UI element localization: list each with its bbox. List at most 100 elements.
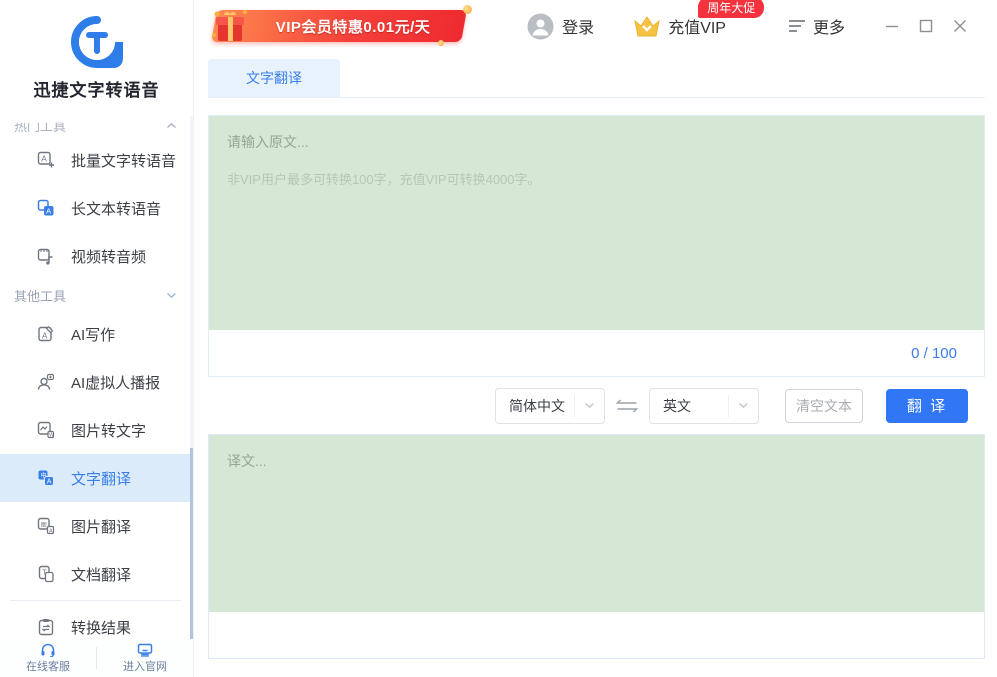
source-language-select[interactable]: 简体中文 [495, 388, 605, 424]
sidebar-item-label: 图片转文字 [71, 420, 146, 441]
tab-row: 文字翻译 [208, 52, 985, 98]
login-label: 登录 [562, 14, 594, 38]
chevron-down-icon [584, 402, 595, 409]
tab-label: 文字翻译 [246, 68, 302, 88]
image-translate-icon: 图 A [36, 516, 56, 536]
source-textarea[interactable]: 请输入原文... 非VIP用户最多可转换100字，充值VIP可转换4000字。 [209, 116, 984, 330]
target-footer-strip [209, 612, 984, 658]
avatar-icon [527, 13, 554, 40]
vip-promo-banner[interactable]: VIP会员特惠0.01元/天 [208, 8, 470, 44]
svg-text:A: A [46, 207, 51, 216]
target-placeholder: 译文... [227, 451, 966, 471]
close-button[interactable] [943, 11, 977, 41]
counter-strip: 0 / 100 [209, 330, 984, 376]
sidebar-item-image-to-text[interactable]: W 图片转文字 [0, 406, 193, 454]
sidebar-item-label: 视频转音频 [71, 246, 146, 267]
app-window: 迅捷文字转语音 热门工具 A 批量文字转语音 A 长 [0, 0, 997, 677]
sidebar-item-longtext-tts[interactable]: A 长文本转语音 [0, 184, 193, 232]
minimize-icon [885, 19, 899, 33]
sidebar-item-image-translate[interactable]: 图 A 图片翻译 [0, 502, 193, 550]
swap-arrows-icon [616, 399, 638, 413]
long-text-tts-icon: A [36, 198, 56, 218]
crown-icon [632, 13, 662, 39]
monitor-icon [137, 643, 153, 657]
sidebar-item-label: 转换结果 [71, 617, 131, 638]
sidebar-nav: A 批量文字转语音 A 长文本转语音 [0, 136, 193, 280]
promo-badge: 周年大促 [698, 0, 764, 18]
tab-text-translate[interactable]: 文字翻译 [208, 59, 340, 97]
minimize-button[interactable] [875, 11, 909, 41]
main-area: VIP会员特惠0.01元/天 登录 [194, 0, 997, 677]
target-panel: 译文... [208, 434, 985, 659]
swap-languages-button[interactable] [616, 399, 638, 413]
source-hint: 非VIP用户最多可转换100字，充值VIP可转换4000字。 [227, 169, 966, 188]
more-menu-button[interactable]: 更多 [788, 14, 845, 38]
source-panel: 请输入原文... 非VIP用户最多可转换100字，充值VIP可转换4000字。 … [208, 115, 985, 377]
target-language-value: 英文 [650, 396, 728, 416]
sidebar-item-ai-avatar[interactable]: AI虚拟人播报 [0, 358, 193, 406]
logo-area: 迅捷文字转语音 [0, 16, 193, 116]
sidebar-section-other-tools[interactable]: 其他工具 [0, 280, 193, 310]
chevron-down-icon [738, 402, 749, 409]
window-controls [875, 11, 977, 41]
doc-translate-icon: T [36, 564, 56, 584]
headset-icon [40, 643, 56, 657]
ai-avatar-icon [36, 372, 56, 392]
sidebar-item-text-translate[interactable]: 中 A 文字翻译 [0, 454, 193, 502]
sidebar-item-video-to-audio[interactable]: 视频转音频 [0, 232, 193, 280]
sidebar-item-label: 长文本转语音 [71, 198, 161, 219]
close-icon [953, 19, 967, 33]
translate-button[interactable]: 翻 译 [886, 389, 968, 423]
more-menu-icon [788, 19, 806, 33]
svg-text:A: A [47, 479, 52, 486]
sidebar-item-doc-translate[interactable]: T 文档翻译 [0, 550, 193, 598]
section-hot-label: 热门工具 [14, 116, 66, 135]
sidebar-footer: 在线客服 进入官网 [0, 639, 193, 677]
char-counter: 0 / 100 [911, 345, 957, 362]
sidebar-nav-other: A AI写作 AI虚拟人播报 W [0, 310, 193, 651]
chevron-up-icon [166, 122, 177, 129]
sidebar-item-label: 批量文字转语音 [71, 150, 176, 171]
topbar-right: 登录 充值VIP 周年大促 更多 [527, 11, 977, 41]
text-translate-icon: 中 A [36, 468, 56, 488]
sidebar-item-label: AI写作 [71, 324, 115, 345]
svg-text:A: A [41, 154, 47, 164]
clear-text-button[interactable]: 清空文本 [785, 389, 863, 423]
sidebar-item-ai-writing[interactable]: A AI写作 [0, 310, 193, 358]
svg-text:A: A [42, 332, 48, 341]
topbar: VIP会员特惠0.01元/天 登录 [194, 0, 997, 52]
login-button[interactable]: 登录 [527, 13, 594, 40]
more-label: 更多 [813, 14, 845, 38]
online-service-label: 在线客服 [26, 658, 70, 674]
maximize-icon [919, 19, 933, 33]
sidebar-item-label: AI虚拟人播报 [71, 372, 160, 393]
maximize-button[interactable] [909, 11, 943, 41]
sidebar-item-batch-tts[interactable]: A 批量文字转语音 [0, 136, 193, 184]
chevron-down-icon [166, 292, 177, 299]
ai-writing-icon: A [36, 324, 56, 344]
app-logo-icon [71, 16, 123, 68]
video-to-audio-icon [36, 246, 56, 266]
official-site-button[interactable]: 进入官网 [97, 643, 193, 674]
convert-results-icon [36, 617, 56, 637]
recharge-vip-button[interactable]: 充值VIP 周年大促 [632, 13, 726, 39]
sidebar-item-label: 图片翻译 [71, 516, 131, 537]
section-other-label: 其他工具 [14, 286, 66, 305]
online-service-button[interactable]: 在线客服 [0, 643, 96, 674]
translate-controls: 简体中文 英文 清空文本 翻 译 [194, 377, 997, 434]
image-to-text-icon: W [36, 420, 56, 440]
svg-text:图: 图 [41, 522, 47, 529]
sidebar-section-hot-tools[interactable]: 热门工具 [0, 114, 193, 136]
source-language-value: 简体中文 [496, 396, 574, 416]
target-textarea[interactable]: 译文... [209, 435, 984, 612]
sidebar-divider [10, 600, 181, 601]
svg-text:A: A [49, 528, 53, 534]
sidebar-item-label: 文档翻译 [71, 564, 131, 585]
sidebar-item-label: 文字翻译 [71, 468, 131, 489]
target-language-select[interactable]: 英文 [649, 388, 759, 424]
official-site-label: 进入官网 [123, 658, 167, 674]
app-title: 迅捷文字转语音 [0, 76, 193, 101]
sidebar-scrollbar-thumb[interactable] [190, 448, 193, 660]
vip-banner-text: VIP会员特惠0.01元/天 [208, 8, 470, 44]
svg-text:W: W [49, 433, 54, 439]
